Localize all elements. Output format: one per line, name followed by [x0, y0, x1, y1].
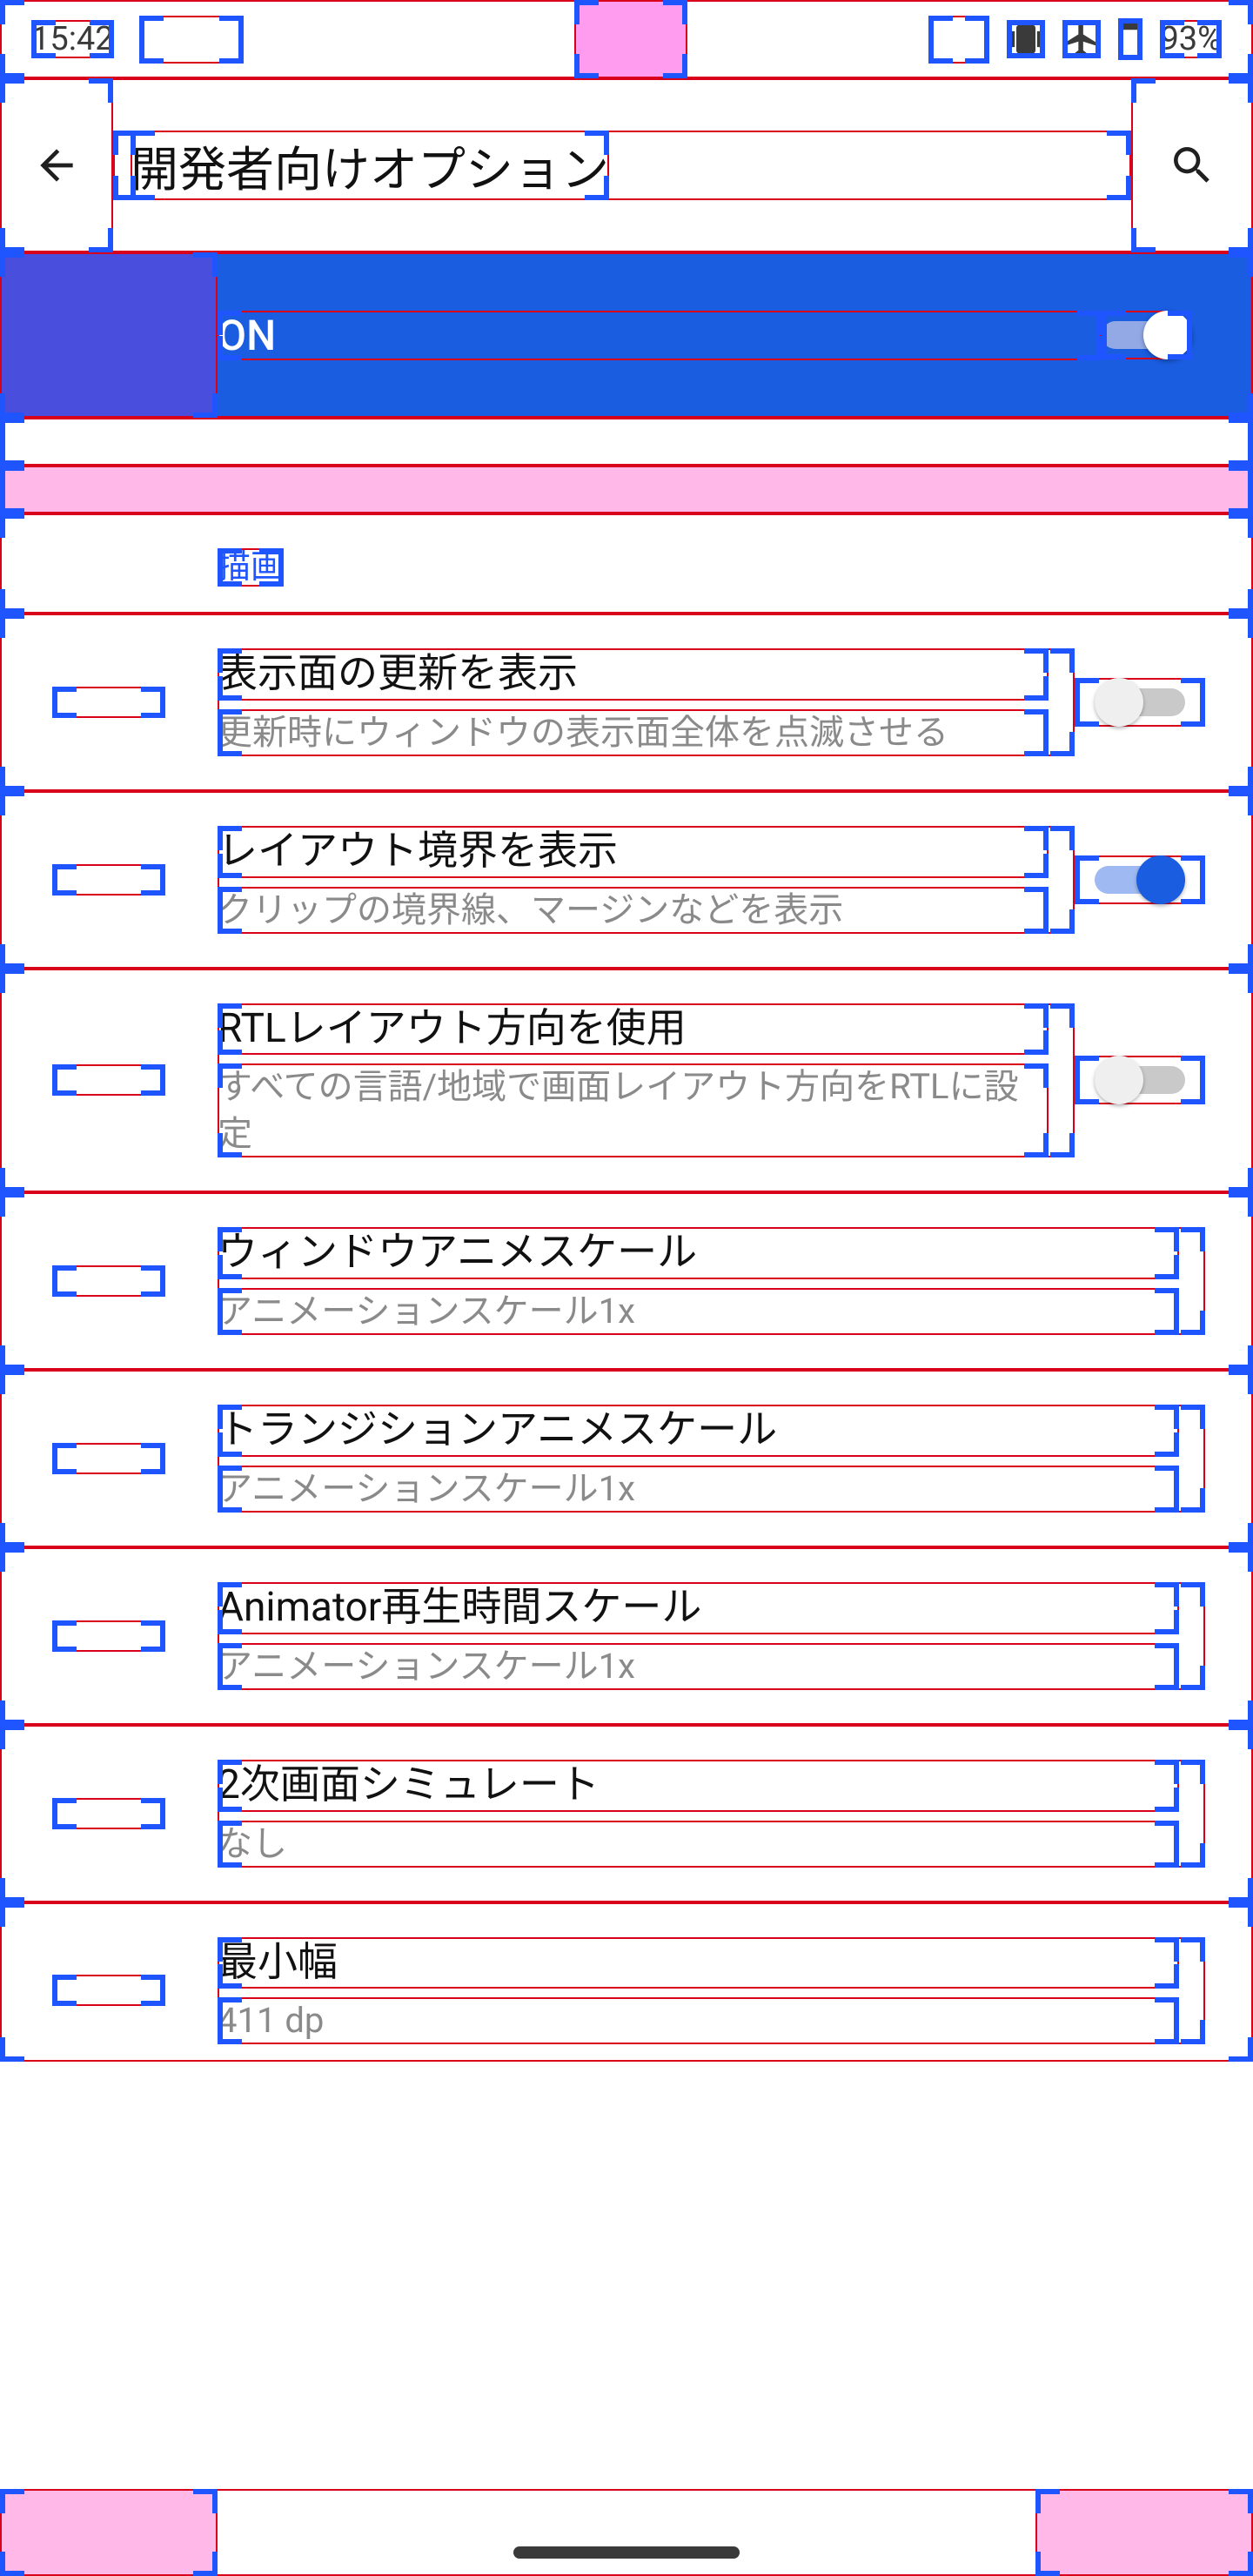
page-title: 開発者向けオプション [113, 131, 1131, 200]
search-button[interactable] [1131, 78, 1253, 252]
row-subtitle: 411 dp [218, 1997, 1179, 2044]
row-indent-icon [52, 687, 165, 718]
row-animator-duration-scale[interactable]: Animator再生時間スケール アニメーションスケール1x [0, 1547, 1253, 1725]
vibrate-icon [1007, 20, 1045, 58]
row-title: 表示面の更新を表示 [218, 648, 1049, 701]
row-title: 2次画面シミュレート [218, 1760, 1179, 1812]
row-body: 最小幅 411 dp [218, 1937, 1205, 2045]
nav-margin-left [0, 2489, 218, 2576]
row-switch[interactable] [1075, 678, 1205, 727]
row-body: ウィンドウアニメスケール アニメーションスケール1x [218, 1227, 1205, 1335]
search-icon [1168, 141, 1216, 190]
row-smallest-width[interactable]: 最小幅 411 dp [0, 1902, 1253, 2063]
airplane-icon [1062, 20, 1101, 58]
row-subtitle: アニメーションスケール1x [218, 1288, 1179, 1335]
row-switch[interactable] [1075, 855, 1205, 904]
row-indent-icon [52, 1265, 165, 1297]
margin-overlay [0, 466, 1253, 513]
status-seg-icon [139, 16, 244, 64]
status-bar: 15:42 93% [0, 0, 1253, 78]
arrow-back-icon [32, 141, 81, 190]
page-title-text: 開発者向けオプション [131, 131, 609, 200]
row-title: Animator再生時間スケール [218, 1582, 1179, 1634]
section-header-drawing: 描画 [0, 513, 1253, 614]
row-show-surface-updates[interactable]: 表示面の更新を表示 更新時にウィンドウの表示面全体を点滅させる [0, 614, 1253, 791]
row-window-anim-scale[interactable]: ウィンドウアニメスケール アニメーションスケール1x [0, 1192, 1253, 1370]
row-title: トランジションアニメスケール [218, 1405, 1179, 1457]
row-subtitle: アニメーションスケール1x [218, 1643, 1179, 1690]
row-indent-icon [52, 1064, 165, 1096]
row-body: トランジションアニメスケール アニメーションスケール1x [218, 1405, 1205, 1513]
row-title: レイアウト境界を表示 [218, 826, 1049, 878]
row-indent-icon [52, 1620, 165, 1652]
status-seg2-icon [928, 16, 989, 64]
row-indent-icon [52, 1443, 165, 1474]
row-subtitle: 更新時にウィンドウの表示面全体を点滅させる [218, 709, 1049, 756]
row-show-layout-bounds[interactable]: レイアウト境界を表示 クリップの境界線、マージンなどを表示 [0, 791, 1253, 969]
row-body: 2次画面シミュレート なし [218, 1760, 1205, 1868]
battery-icon [1118, 18, 1142, 60]
row-switch[interactable] [1075, 1056, 1205, 1104]
row-force-rtl[interactable]: RTLレイアウト方向を使用 すべての言語/地域で画面レイアウト方向をRTLに設定 [0, 969, 1253, 1193]
battery-percent: 93% [1160, 20, 1222, 58]
row-indent-icon [52, 1975, 165, 2006]
row-subtitle: なし [218, 1821, 1179, 1868]
back-button[interactable] [0, 78, 113, 252]
row-simulate-secondary-displays[interactable]: 2次画面シミュレート なし [0, 1725, 1253, 1902]
master-switch-margin [0, 252, 218, 418]
nav-margin-right [1035, 2489, 1253, 2576]
row-subtitle: クリップの境界線、マージンなどを表示 [218, 887, 1049, 934]
status-time: 15:42 [31, 20, 114, 58]
row-title: RTLレイアウト方向を使用 [218, 1003, 1049, 1056]
master-switch-row[interactable]: ON [0, 252, 1253, 418]
row-indent-icon [52, 864, 165, 896]
row-body: レイアウト境界を表示 クリップの境界線、マージンなどを表示 [218, 826, 1075, 934]
row-subtitle: すべての言語/地域で画面レイアウト方向をRTLに設定 [218, 1063, 1049, 1157]
master-switch-label: ON [218, 311, 1102, 360]
row-title: 最小幅 [218, 1937, 1179, 1989]
navigation-bar [0, 2489, 1253, 2576]
master-switch[interactable] [1102, 311, 1192, 359]
row-body: 表示面の更新を表示 更新時にウィンドウの表示面全体を点滅させる [218, 648, 1075, 756]
row-indent-icon [52, 1798, 165, 1829]
row-transition-anim-scale[interactable]: トランジションアニメスケール アニメーションスケール1x [0, 1370, 1253, 1547]
row-title: ウィンドウアニメスケール [218, 1227, 1179, 1279]
section-header-label: 描画 [218, 548, 284, 587]
status-notch-overlay [574, 0, 687, 78]
row-body: Animator再生時間スケール アニメーションスケール1x [218, 1582, 1205, 1690]
spacer [0, 418, 1253, 466]
gesture-handle-icon[interactable] [513, 2546, 740, 2559]
app-bar: 開発者向けオプション [0, 78, 1253, 252]
row-body: RTLレイアウト方向を使用 すべての言語/地域で画面レイアウト方向をRTLに設定 [218, 1003, 1075, 1158]
row-subtitle: アニメーションスケール1x [218, 1466, 1179, 1513]
